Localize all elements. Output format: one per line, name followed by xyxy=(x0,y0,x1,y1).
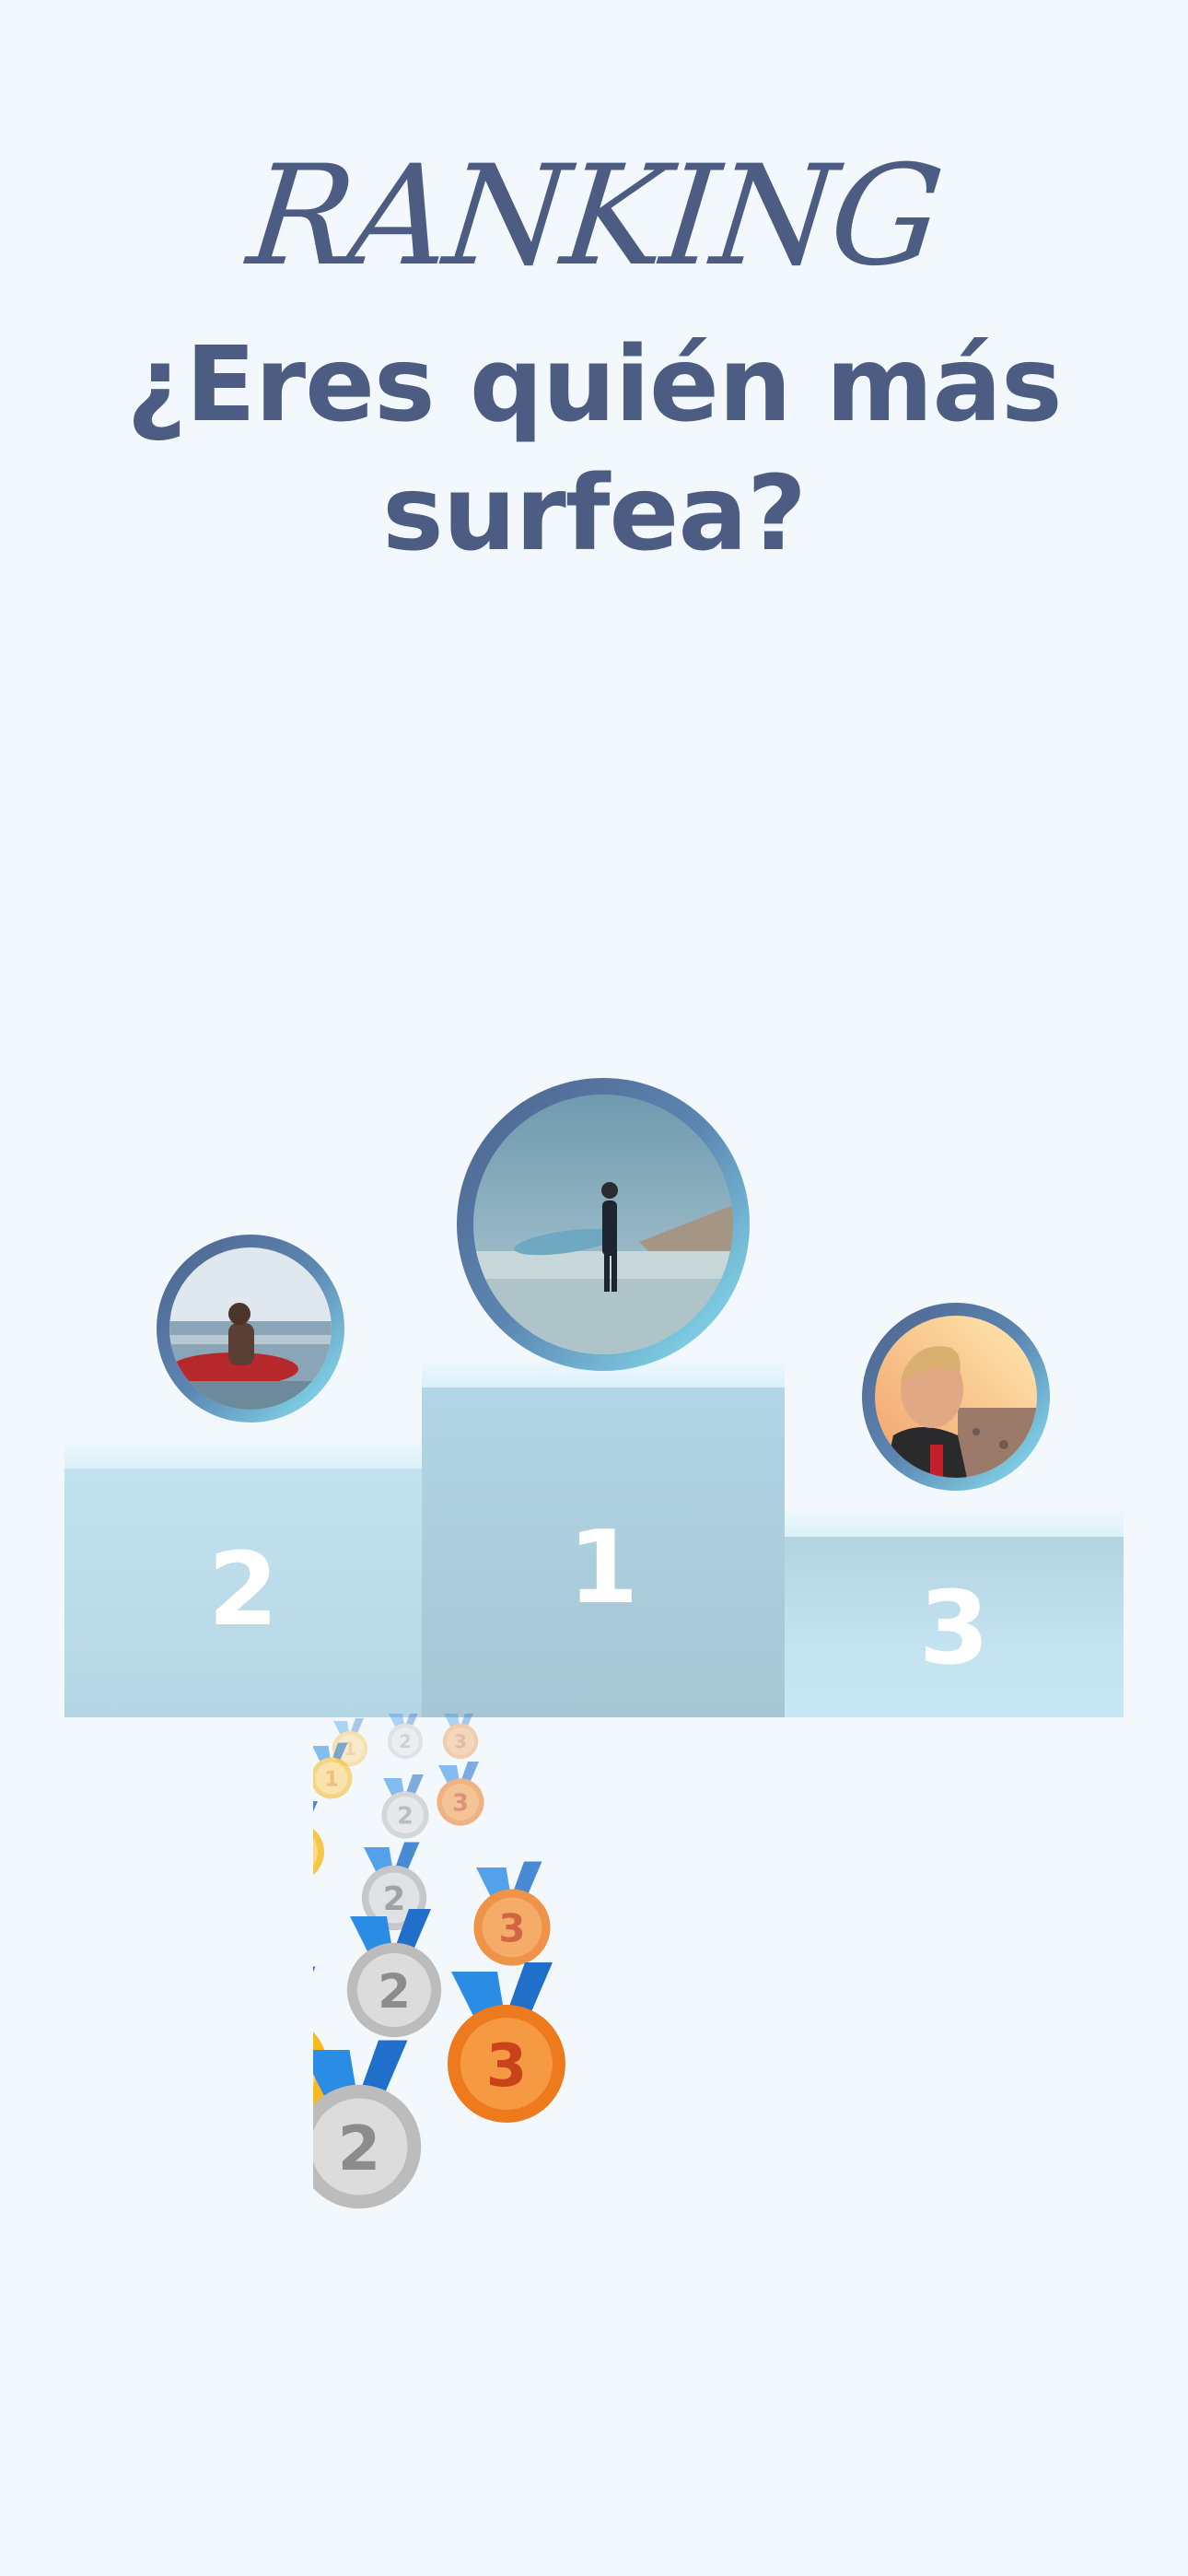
podium-number-second: 2 xyxy=(207,1530,279,1648)
surfer-photo-first xyxy=(473,1095,733,1354)
surfer-photo-second xyxy=(169,1247,332,1410)
podium-first: 1 xyxy=(422,1362,785,1717)
podium-number-third: 3 xyxy=(918,1569,990,1687)
podium-number-first: 1 xyxy=(567,1508,639,1626)
avatar-second-place[interactable] xyxy=(157,1235,344,1423)
podium-second: 2 xyxy=(64,1443,422,1717)
avatar-third-place[interactable] xyxy=(862,1303,1050,1491)
avatar-first-place[interactable] xyxy=(457,1078,750,1371)
podium-third: 3 xyxy=(785,1511,1124,1717)
ranking-title: RANKING xyxy=(241,136,947,297)
surfer-photo-third xyxy=(875,1316,1037,1478)
page-headline: ¿Eres quién más surfea? xyxy=(126,325,1062,574)
medals-illustration: 1 2 3 xyxy=(313,1714,884,2211)
